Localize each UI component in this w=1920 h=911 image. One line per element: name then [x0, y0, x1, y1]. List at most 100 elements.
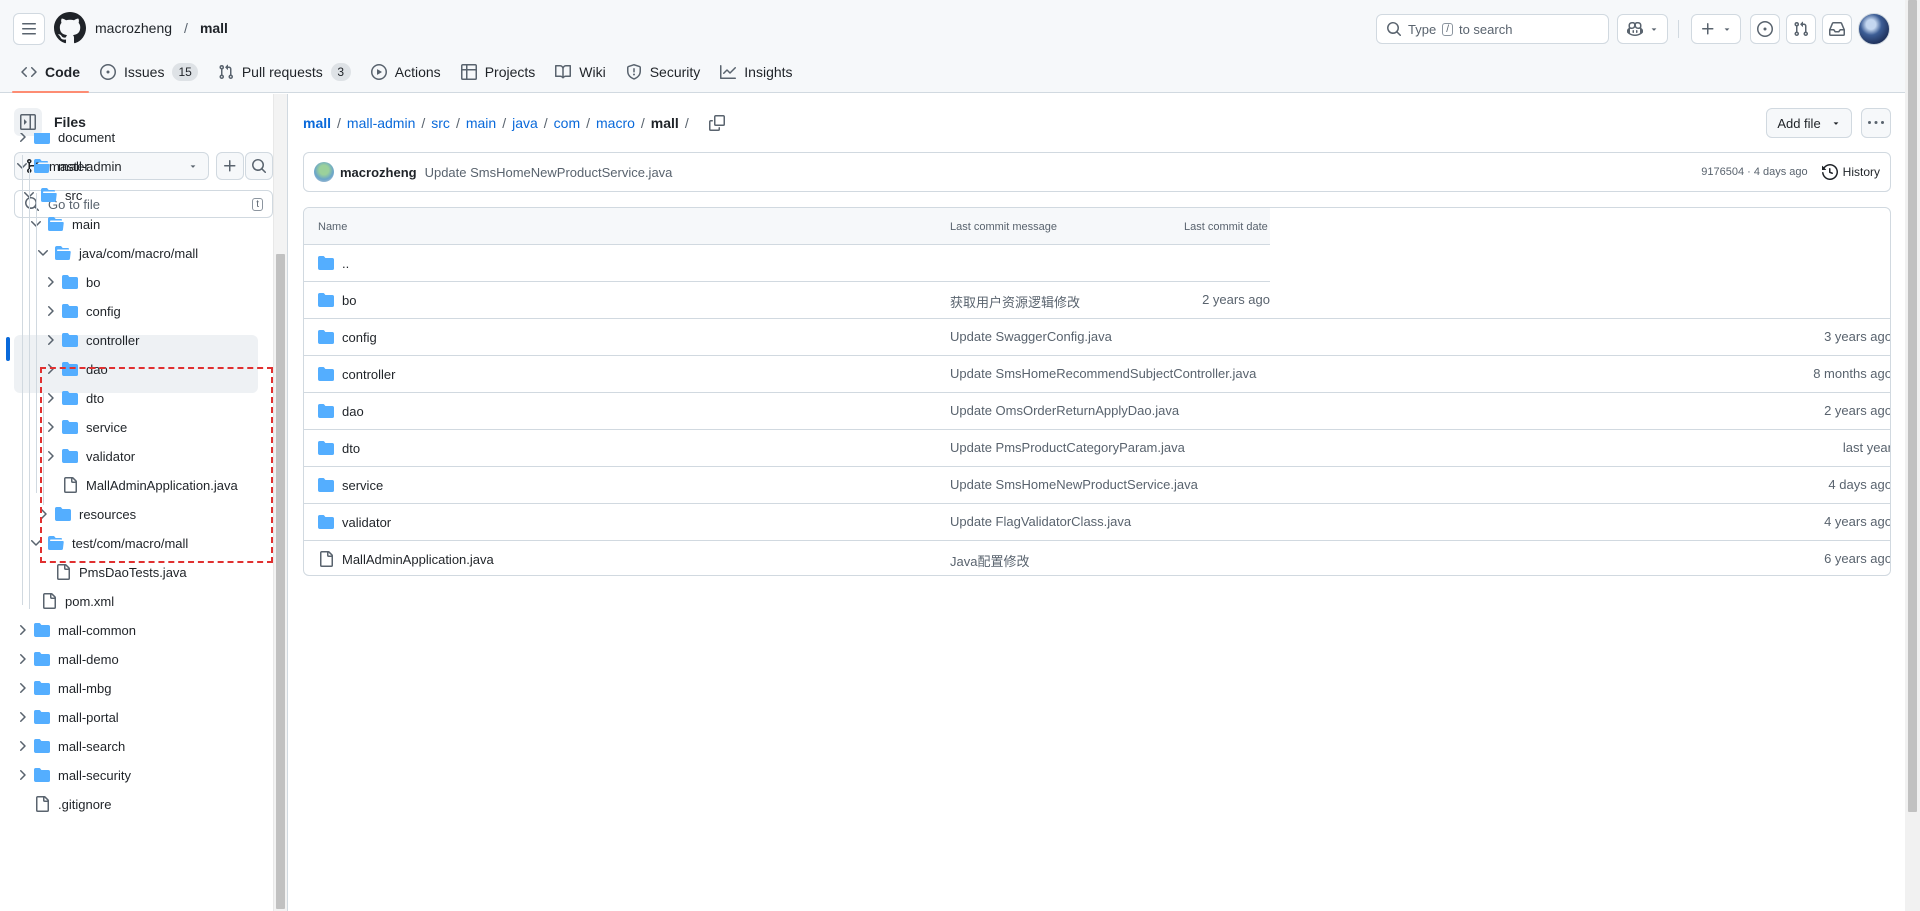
row-commit-message[interactable]: Update SmsHomeRecommendSubjectController…	[950, 366, 1256, 381]
chevron-right-icon[interactable]	[42, 448, 58, 464]
tree-item-mall-common[interactable]: mall-common	[14, 617, 136, 643]
inbox-button[interactable]	[1822, 14, 1852, 44]
folder-link[interactable]: dao	[318, 403, 364, 419]
tree-item-bo[interactable]: bo	[42, 269, 100, 295]
tree-item-dao[interactable]: dao	[42, 356, 108, 382]
chevron-right-icon[interactable]	[14, 651, 30, 667]
row-commit-message[interactable]: Update SwaggerConfig.java	[950, 329, 1112, 344]
tree-item-controller[interactable]: controller	[42, 327, 139, 353]
tree-item-mall-portal[interactable]: mall-portal	[14, 704, 119, 730]
folder-link[interactable]: validator	[318, 514, 391, 530]
chevron-right-icon[interactable]	[42, 361, 58, 377]
tree-item-document[interactable]: document	[14, 133, 115, 150]
row-commit-message[interactable]: Update OmsOrderReturnApplyDao.java	[950, 403, 1179, 418]
commit-author[interactable]: macrozheng	[340, 165, 417, 180]
tree-item-java-com-macro-mall[interactable]: java/com/macro/mall	[35, 240, 198, 266]
tab-projects[interactable]: Projects	[452, 56, 545, 88]
row-commit-message[interactable]: Java配置修改	[950, 551, 1029, 570]
tab-issues[interactable]: Issues 15	[91, 56, 207, 88]
chevron-right-icon[interactable]	[42, 332, 58, 348]
tab-actions[interactable]: Actions	[362, 56, 450, 88]
breadcrumb-link[interactable]: src	[431, 115, 450, 131]
tree-item-mall-admin[interactable]: mall-admin	[14, 153, 122, 179]
tree-item-test-com-macro-mall[interactable]: test/com/macro/mall	[28, 530, 188, 556]
chevron-right-icon[interactable]	[42, 419, 58, 435]
row-commit-message[interactable]: Update FlagValidatorClass.java	[950, 514, 1131, 529]
search-input[interactable]: Type / to search	[1376, 14, 1609, 44]
chevron-right-icon[interactable]	[14, 767, 30, 783]
tree-item-pmsdaotests-java[interactable]: PmsDaoTests.java	[35, 559, 187, 585]
add-file-dropdown-button[interactable]: Add file	[1766, 108, 1852, 138]
issues-button[interactable]	[1750, 14, 1780, 44]
collapse-sidebar-button[interactable]	[14, 108, 42, 136]
folder-link[interactable]: controller	[318, 366, 395, 382]
breadcrumb-link[interactable]: mall	[303, 115, 331, 131]
tab-security[interactable]: Security	[617, 56, 710, 88]
copilot-button[interactable]	[1617, 14, 1668, 44]
parent-directory-link[interactable]: ..	[318, 255, 349, 271]
tree-item-pom-xml[interactable]: pom.xml	[21, 588, 114, 614]
breadcrumb-link[interactable]: macro	[596, 115, 635, 131]
tab-wiki[interactable]: Wiki	[546, 56, 614, 88]
chevron-right-icon[interactable]	[42, 274, 58, 290]
more-options-button[interactable]	[1861, 108, 1891, 138]
chevron-right-icon[interactable]	[42, 390, 58, 406]
folder-link[interactable]: service	[318, 477, 383, 493]
row-commit-message[interactable]: Update SmsHomeNewProductService.java	[950, 477, 1198, 492]
chevron-right-icon[interactable]	[35, 506, 51, 522]
file-link[interactable]: MallAdminApplication.java	[318, 551, 494, 567]
commit-message[interactable]: Update SmsHomeNewProductService.java	[425, 165, 673, 180]
chevron-right-icon[interactable]	[14, 680, 30, 696]
tree-item-mall-search[interactable]: mall-search	[14, 733, 125, 759]
chevron-right-icon[interactable]	[14, 709, 30, 725]
breadcrumb-link[interactable]: com	[554, 115, 580, 131]
history-button[interactable]: History	[1821, 164, 1880, 180]
breadcrumb-link[interactable]: java	[512, 115, 538, 131]
user-avatar[interactable]	[1858, 13, 1890, 45]
tree-item-main[interactable]: main	[28, 211, 100, 237]
owner-link[interactable]: macrozheng	[95, 20, 172, 36]
chevron-right-icon[interactable]	[14, 133, 30, 145]
folder-link[interactable]: bo	[318, 292, 356, 308]
tree-item-service[interactable]: service	[42, 414, 127, 440]
page-scrollbar[interactable]	[1905, 0, 1920, 911]
tree-item-mall-security[interactable]: mall-security	[14, 762, 131, 788]
tab-pull-requests[interactable]: Pull requests 3	[209, 56, 360, 88]
tab-insights[interactable]: Insights	[711, 56, 801, 88]
tree-item-validator[interactable]: validator	[42, 443, 135, 469]
sidebar-scrollbar[interactable]	[273, 94, 287, 911]
create-new-button[interactable]	[1691, 14, 1741, 44]
copy-path-button[interactable]	[708, 115, 725, 131]
tree-item-dto[interactable]: dto	[42, 385, 104, 411]
repo-link[interactable]: mall	[200, 20, 228, 36]
github-logo-icon[interactable]	[54, 12, 86, 44]
issues-counter: 15	[172, 63, 198, 81]
menu-button[interactable]	[13, 13, 45, 45]
tree-item-malladminapplication-java[interactable]: MallAdminApplication.java	[42, 472, 238, 498]
tree-item-gitignore[interactable]: .gitignore	[14, 791, 111, 817]
breadcrumb-link[interactable]: main	[466, 115, 496, 131]
tree-item-mall-mbg[interactable]: mall-mbg	[14, 675, 111, 701]
row-commit-message[interactable]: 获取用户资源逻辑修改	[950, 292, 1080, 311]
sidebar-scrollbar-thumb[interactable]	[276, 254, 285, 909]
folder-link[interactable]: dto	[318, 440, 360, 456]
pull-requests-button[interactable]	[1786, 14, 1816, 44]
chevron-right-icon[interactable]	[14, 622, 30, 638]
tree-item-src[interactable]: src	[21, 182, 82, 208]
chevron-right-icon[interactable]	[42, 303, 58, 319]
breadcrumb-link[interactable]: mall-admin	[347, 115, 415, 131]
chevron-down-icon[interactable]	[28, 535, 44, 551]
chevron-right-icon[interactable]	[14, 738, 30, 754]
commit-meta[interactable]: 9176504 · 4 days ago	[1701, 166, 1807, 178]
row-commit-message[interactable]: Update PmsProductCategoryParam.java	[950, 440, 1185, 455]
tree-item-mall-demo[interactable]: mall-demo	[14, 646, 119, 672]
page-scrollbar-thumb[interactable]	[1908, 0, 1917, 812]
folder-link[interactable]: config	[318, 329, 377, 345]
folder-icon	[62, 304, 78, 318]
chevron-down-icon[interactable]	[35, 245, 51, 261]
tree-item-resources[interactable]: resources	[35, 501, 136, 527]
tab-code[interactable]: Code	[12, 56, 89, 93]
parent-directory-row[interactable]: ..	[304, 244, 1890, 281]
tree-item-config[interactable]: config	[42, 298, 121, 324]
commit-author-avatar[interactable]	[314, 162, 334, 182]
